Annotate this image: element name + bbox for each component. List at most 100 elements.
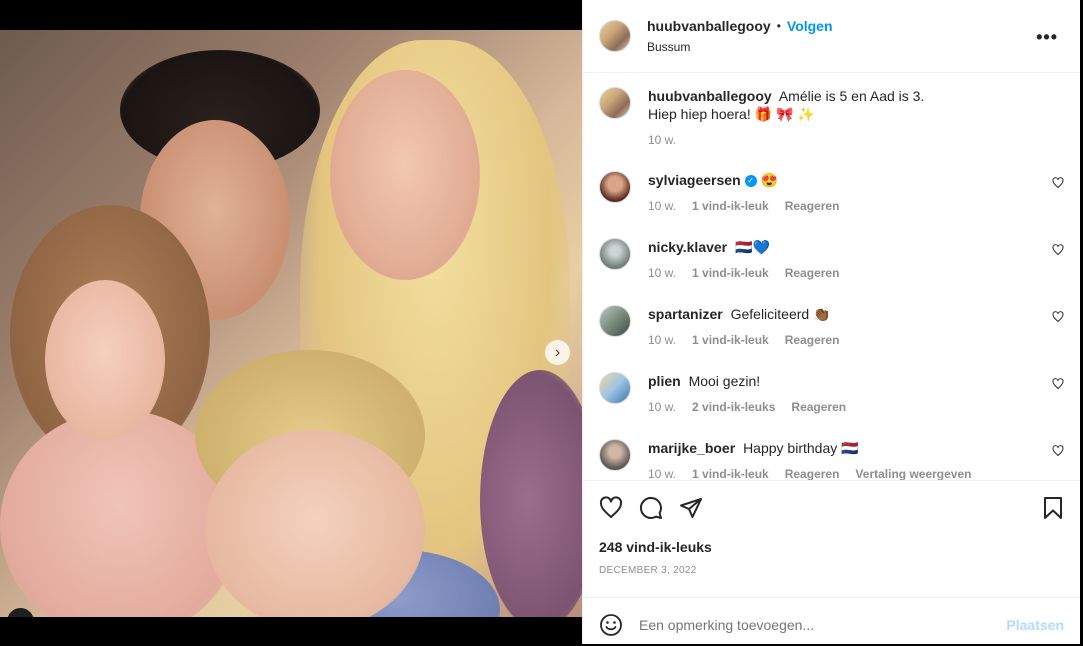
like-comment-heart-icon[interactable] (1052, 445, 1064, 457)
comment-username[interactable]: marijke_boer (648, 440, 735, 456)
comments-list[interactable]: huubvanballegooy Amélie is 5 en Aad is 3… (583, 73, 1080, 480)
comment-time[interactable]: 10 w. (648, 333, 676, 347)
comment-item: nicky.klaver 🇳🇱💙 10 w. 1 vind-ik-leuk Re… (599, 238, 1064, 286)
follow-button[interactable]: Volgen (787, 18, 833, 34)
comment-text: plien Mooi gezin! (648, 372, 1064, 390)
comment-meta: 10 w. 1 vind-ik-leuk Reageren Vertaling … (648, 467, 1064, 480)
comment-username[interactable]: sylviageersen (648, 172, 741, 188)
comment-time[interactable]: 10 w. (648, 266, 676, 280)
comment-body: plien Mooi gezin! 10 w. 2 vind-ik-leuks … (648, 372, 1064, 420)
caption-line-1: Amélie is 5 en Aad is 3. (778, 88, 925, 104)
tagged-users-button[interactable] (7, 608, 34, 617)
avatar[interactable] (599, 20, 631, 52)
emoji-button[interactable] (599, 613, 623, 637)
comment-input[interactable] (639, 616, 1007, 633)
comment-username[interactable]: spartanizer (648, 306, 723, 322)
comment-button[interactable] (639, 496, 663, 520)
caption-line-2: Hiep hiep hoera! 🎁 🎀 ✨ (648, 106, 815, 122)
comment-content: Mooi gezin! (688, 373, 761, 389)
reply-button[interactable]: Reageren (791, 400, 846, 414)
avatar[interactable] (599, 372, 631, 404)
like-comment-heart-icon[interactable] (1052, 378, 1064, 390)
post-location[interactable]: Bussum (647, 40, 833, 54)
reply-button[interactable]: Reageren (785, 467, 840, 480)
avatar[interactable] (599, 171, 631, 203)
comment-body: marijke_boer Happy birthday 🇳🇱 10 w. 1 v… (648, 439, 1064, 480)
reply-button[interactable]: Reageren (785, 266, 840, 280)
post-caption: huubvanballegooy Amélie is 5 en Aad is 3… (599, 87, 1064, 147)
caption-text: huubvanballegooy Amélie is 5 en Aad is 3… (648, 87, 1064, 123)
comment-meta: 10 w. 1 vind-ik-leuk Reageren (648, 333, 1064, 347)
comment-meta: 10 w. 1 vind-ik-leuk Reageren (648, 199, 1064, 213)
comment-body: sylviageersen ✓ 😍 10 w. 1 vind-ik-leuk Rea… (648, 171, 1064, 219)
post-header: huubvanballegooy • Volgen Bussum ••• (583, 0, 1080, 73)
comment-likes[interactable]: 2 vind-ik-leuks (692, 400, 775, 414)
comment-text: marijke_boer Happy birthday 🇳🇱 (648, 439, 1064, 457)
comment-item: sylviageersen ✓ 😍 10 w. 1 vind-ik-leuk Rea… (599, 171, 1064, 219)
caption-time[interactable]: 10 w. (648, 133, 676, 147)
post-actions: 248 vind-ik-leuks DECEMBER 3, 2022 (583, 480, 1080, 597)
comment-username[interactable]: nicky.klaver (648, 239, 727, 255)
comment-content: 😍 (760, 172, 779, 188)
like-button[interactable] (599, 496, 623, 520)
header-info: huubvanballegooy • Volgen Bussum (647, 18, 833, 54)
photo-region (330, 70, 480, 280)
post-date[interactable]: DECEMBER 3, 2022 (599, 565, 1064, 576)
comment-likes[interactable]: 1 vind-ik-leuk (692, 199, 769, 213)
save-button[interactable] (1043, 496, 1063, 520)
comment-likes[interactable]: 1 vind-ik-leuk (692, 333, 769, 347)
comment-username[interactable]: plien (648, 373, 681, 389)
comment-bubble-icon (639, 496, 662, 519)
avatar[interactable] (599, 305, 631, 337)
avatar[interactable] (599, 439, 631, 471)
comment-content: 🇳🇱💙 (735, 239, 770, 255)
comment-likes[interactable]: 1 vind-ik-leuk (692, 266, 769, 280)
like-comment-heart-icon[interactable] (1052, 311, 1064, 323)
comment-content: Happy birthday 🇳🇱 (743, 440, 859, 456)
comment-meta: 10 w. 2 vind-ik-leuks Reageren (648, 400, 1064, 414)
post-comment-button[interactable]: Plaatsen (1006, 617, 1064, 633)
translate-button[interactable]: Vertaling weergeven (855, 467, 971, 480)
comment-item: spartanizer Gefeliciteerd 👏🏾 10 w. 1 vin… (599, 305, 1064, 353)
heart-icon (599, 496, 623, 518)
more-options-icon[interactable]: ••• (1036, 28, 1058, 46)
comment-time[interactable]: 10 w. (648, 467, 676, 480)
paper-plane-icon (680, 498, 702, 518)
avatar[interactable] (599, 87, 631, 119)
comment-time[interactable]: 10 w. (648, 199, 676, 213)
comment-item: plien Mooi gezin! 10 w. 2 vind-ik-leuks … (599, 372, 1064, 420)
comment-likes[interactable]: 1 vind-ik-leuk (692, 467, 769, 480)
post-username[interactable]: huubvanballegooy (647, 18, 771, 34)
likes-count[interactable]: 248 vind-ik-leuks (599, 539, 1064, 555)
like-comment-heart-icon[interactable] (1052, 177, 1064, 189)
emoji-icon (600, 613, 622, 636)
caption-username[interactable]: huubvanballegooy (648, 88, 772, 104)
user-icon (15, 616, 27, 618)
reply-button[interactable]: Reageren (785, 333, 840, 347)
comment-meta: 10 w. 1 vind-ik-leuk Reageren (648, 266, 1064, 280)
like-comment-heart-icon[interactable] (1052, 244, 1064, 256)
avatar[interactable] (599, 238, 631, 270)
caption-body: huubvanballegooy Amélie is 5 en Aad is 3… (648, 87, 1064, 147)
comment-text: nicky.klaver 🇳🇱💙 (648, 238, 1064, 256)
add-comment-bar: Plaatsen (583, 597, 1080, 646)
comment-time[interactable]: 10 w. (648, 400, 676, 414)
post-photo[interactable]: › (0, 30, 582, 617)
comment-content: Gefeliciteerd 👏🏾 (730, 306, 831, 322)
photo-region (205, 430, 425, 617)
verified-badge-icon: ✓ (744, 175, 757, 188)
comment-body: spartanizer Gefeliciteerd 👏🏾 10 w. 1 vin… (648, 305, 1064, 353)
bookmark-icon (1044, 497, 1062, 519)
chevron-right-icon: › (554, 343, 561, 361)
reply-button[interactable]: Reageren (785, 199, 840, 213)
action-icons (599, 495, 1064, 521)
comment-text: spartanizer Gefeliciteerd 👏🏾 (648, 305, 1064, 323)
photo-region (45, 280, 165, 440)
post-panel: huubvanballegooy • Volgen Bussum ••• huu… (582, 0, 1080, 644)
carousel-next-button[interactable]: › (545, 340, 570, 365)
comment-text: sylviageersen ✓ 😍 (648, 171, 1064, 189)
share-button[interactable] (679, 496, 703, 520)
header-top: huubvanballegooy • Volgen (647, 18, 833, 34)
separator-bullet: • (776, 19, 781, 33)
comment-item: marijke_boer Happy birthday 🇳🇱 10 w. 1 v… (599, 439, 1064, 480)
